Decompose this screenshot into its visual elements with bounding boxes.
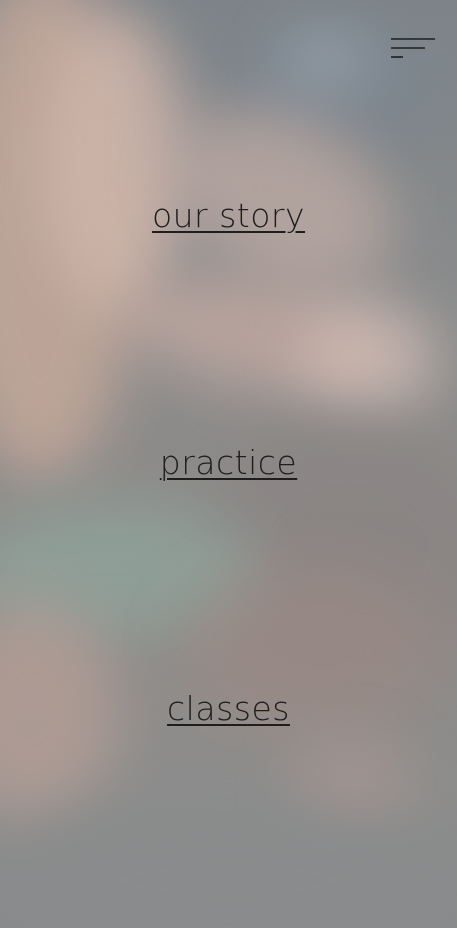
nav-link-practice[interactable]: practice (0, 443, 457, 482)
main-navigation: our story practice classes (0, 0, 457, 928)
nav-link-classes[interactable]: classes (0, 689, 457, 728)
menu-overlay-page: our story practice classes (0, 0, 457, 928)
nav-link-our-story[interactable]: our story (0, 196, 457, 235)
